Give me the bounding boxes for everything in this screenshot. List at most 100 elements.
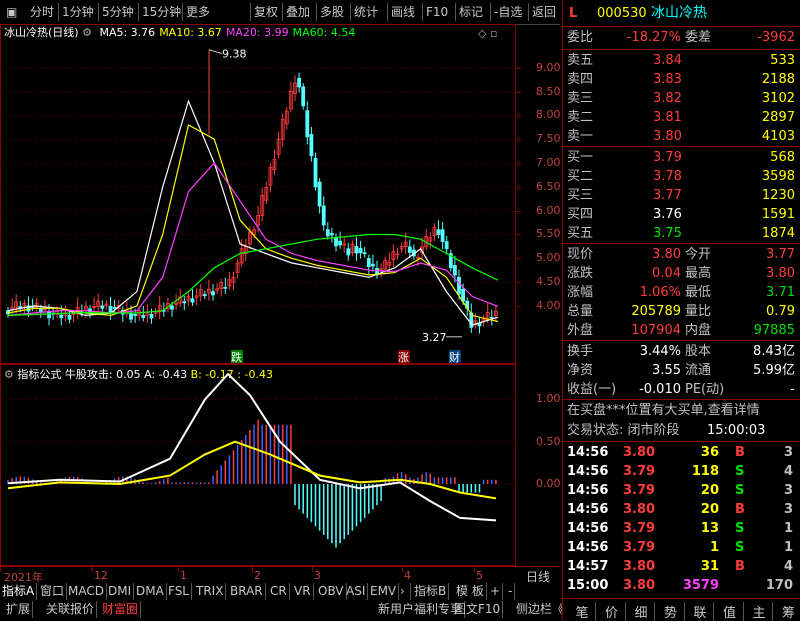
toolbar-item-10[interactable]: F10	[426, 4, 448, 20]
indicator-tab-0[interactable]: 指标A	[0, 583, 37, 600]
indicator-tab-13[interactable]: 指标B	[412, 583, 449, 600]
notice-text[interactable]: 在买盘***位置有大买单,查看详情	[567, 401, 760, 420]
buy-row-1[interactable]: 买二3.783598	[567, 167, 797, 186]
low-mark-label: 3.27	[422, 331, 447, 344]
indicator-tab-7[interactable]: BRAR	[228, 583, 266, 600]
indicator-tab-3[interactable]: DMI	[106, 583, 134, 600]
candle-body	[437, 230, 440, 235]
candle-body	[408, 247, 411, 252]
buy-row-0[interactable]: 买一3.79568	[567, 148, 797, 167]
fund-value: 8.43亿	[753, 342, 795, 361]
indicator-tab-2[interactable]: MACD	[66, 583, 107, 600]
y-tick-5: 6.50	[536, 180, 561, 193]
buy-price: 3.75	[653, 224, 682, 243]
ext-tab-2[interactable]: 财富圈	[100, 601, 141, 618]
panel-tab-1[interactable]: 价	[599, 602, 626, 621]
tick-row-5: 14:563.791S1	[567, 538, 797, 557]
sell-volume: 533	[770, 51, 795, 70]
candle-body	[134, 314, 137, 315]
indicator-tab-15[interactable]: +	[488, 583, 503, 600]
candle-body	[355, 246, 358, 253]
fund-value: 3.44%	[640, 342, 681, 361]
ma-line-ma10	[8, 125, 498, 322]
quote-value: 3.80	[766, 264, 795, 283]
toolbar-item-9[interactable]: 画线	[391, 4, 415, 20]
panel-tab-4[interactable]: 联	[687, 602, 714, 621]
main-candle-chart[interactable]: 9.383.27跌涨财	[0, 24, 516, 364]
panel-tab-7[interactable]: 筹	[776, 602, 800, 621]
sell-row-3[interactable]: 卖二3.812897	[567, 108, 797, 127]
tick-time: 15:00	[567, 576, 608, 595]
sell-row-2[interactable]: 卖三3.823102	[567, 89, 797, 108]
panel-tab-3[interactable]: 势	[658, 602, 685, 621]
ext-tab-4[interactable]: 图文F10	[452, 601, 503, 618]
toolbar-item-13[interactable]: 返回	[532, 4, 556, 20]
indicator-tab-6[interactable]: TRIX	[194, 583, 226, 600]
indicator-tab-12[interactable]: EMV	[368, 583, 399, 600]
indicator-tab-16[interactable]: -	[506, 583, 515, 600]
indicator-tab-8[interactable]: CR	[268, 583, 290, 600]
fund-label: 收益(一)	[567, 380, 616, 399]
stock-code: 000530	[597, 4, 647, 23]
toolbar-item-5[interactable]: 复权	[254, 4, 278, 20]
candle-body	[318, 182, 321, 206]
buy-row-4[interactable]: 买五3.751874	[567, 224, 797, 243]
notice-row[interactable]: 在买盘***位置有大买单,查看详情	[567, 401, 797, 420]
toolbar-item-11[interactable]: 标记	[459, 4, 483, 20]
toolbar-item-7[interactable]: 多股	[320, 4, 344, 20]
window-icon[interactable]: ▣	[6, 4, 17, 20]
indicator-tab-10[interactable]: OBV	[316, 583, 347, 600]
toolbar-item-8[interactable]: 统计	[354, 4, 378, 20]
fund-label: 换手	[567, 342, 593, 361]
extension-tabs: 扩展关联报价财富圈新用户福利专享图文F10侧边栏《	[0, 601, 560, 619]
panel-tab-5[interactable]: 值	[717, 602, 744, 621]
buy-row-2[interactable]: 买三3.771230	[567, 186, 797, 205]
candle-body	[310, 134, 313, 155]
toolbar-item-1[interactable]: 1分钟	[62, 4, 94, 20]
indicator-tab-9[interactable]: VR	[292, 583, 314, 600]
sell-row-1[interactable]: 卖四3.832188	[567, 70, 797, 89]
tab-scroll-arrow[interactable]: ›	[398, 583, 411, 600]
buy-row-3[interactable]: 买四3.761591	[567, 205, 797, 224]
ext-tab-5[interactable]: 侧边栏《	[514, 601, 567, 618]
ext-tab-0[interactable]: 扩展	[4, 601, 33, 618]
tick-volume: 20	[701, 481, 719, 500]
tick-side: B	[735, 500, 745, 519]
quote-label: 量比	[685, 302, 711, 321]
ext-tab-1[interactable]: 关联报价	[44, 601, 97, 618]
weibi-label: 委比	[567, 28, 593, 47]
toolbar-item-4[interactable]: 更多	[186, 4, 210, 20]
panel-tab-2[interactable]: 细	[628, 602, 655, 621]
indicator-tab-14[interactable]: 模 板	[454, 583, 487, 600]
candle-body	[142, 315, 145, 317]
quote-label: 最高	[685, 264, 711, 283]
indicator-tab-1[interactable]: 窗口	[38, 583, 67, 600]
fund-label: 股本	[685, 342, 711, 361]
toolbar-item-3[interactable]: 15分钟	[142, 4, 181, 20]
toolbar-item-12[interactable]: -自选	[494, 4, 522, 20]
panel-tab-6[interactable]: 主	[746, 602, 773, 621]
indicator-tab-5[interactable]: FSL	[166, 583, 192, 600]
quote-value: 0.04	[652, 264, 681, 283]
buy-label: 买一	[567, 148, 593, 167]
indicator-tab-11[interactable]: ASI	[344, 583, 368, 600]
buy-volume: 1230	[762, 186, 795, 205]
fund-value: 5.99亿	[753, 361, 795, 380]
candle-body	[363, 253, 366, 254]
quote-label: 现价	[567, 245, 593, 264]
toolbar-item-6[interactable]: 叠加	[286, 4, 310, 20]
toolbar-item-0[interactable]: 分时	[30, 4, 54, 20]
fund-label: PE(动)	[685, 380, 724, 399]
tick-volume: 20	[701, 500, 719, 519]
x-axis: 2021年1212345日线	[0, 566, 560, 583]
candle-body	[347, 249, 350, 255]
toolbar-item-2[interactable]: 5分钟	[102, 4, 134, 20]
indicator-chart[interactable]	[0, 364, 516, 566]
sell-row-4[interactable]: 卖一3.804103	[567, 127, 797, 146]
event-badge-label-0: 跌	[231, 350, 242, 364]
fund-row-2: 收益(一)-0.010PE(动)-	[567, 380, 797, 399]
indicator-tab-4[interactable]: DMA	[134, 583, 167, 600]
sell-row-0[interactable]: 卖五3.84533	[567, 51, 797, 70]
sell-price: 3.81	[653, 108, 682, 127]
panel-tab-0[interactable]: 笔	[569, 602, 596, 621]
